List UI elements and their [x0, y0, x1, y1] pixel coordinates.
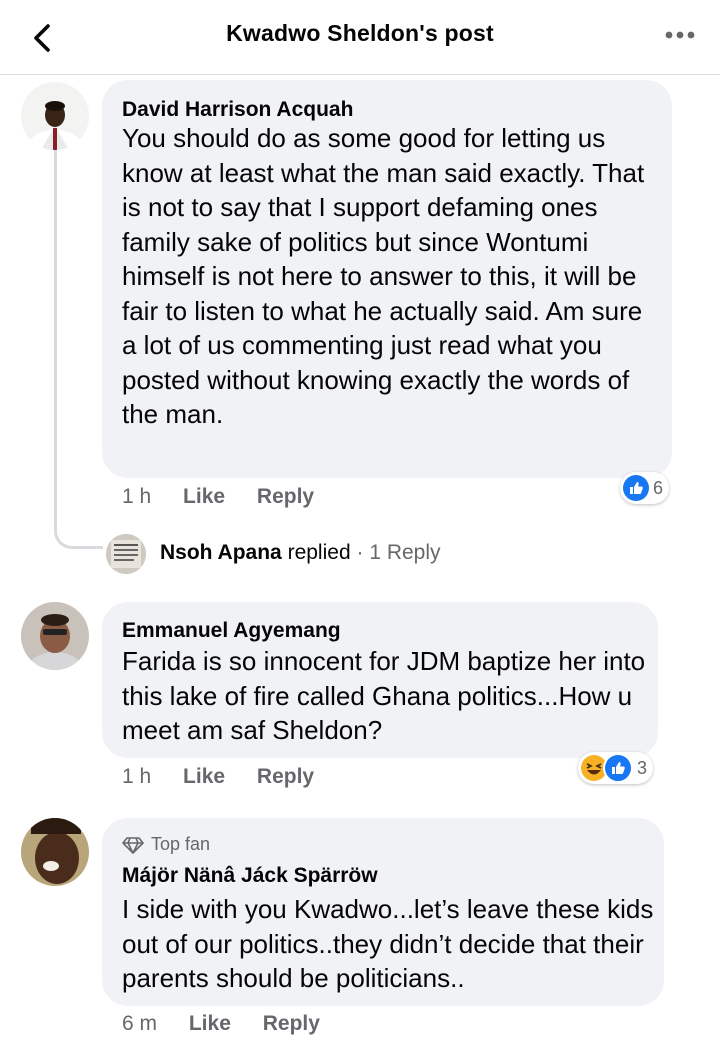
thread-connector: [54, 150, 103, 549]
comment-author[interactable]: Emmanuel Agyemang: [122, 619, 341, 643]
replier-name[interactable]: Nsoh Apana: [160, 541, 282, 564]
badge-label: Top fan: [151, 834, 211, 854]
comment-bubble[interactable]: Top fan Májör Nänâ Jáck Spärröw I side w…: [102, 818, 664, 1006]
more-horizontal-icon: [665, 31, 695, 39]
page-title: Kwadwo Sheldon's post: [226, 20, 494, 46]
more-options-button[interactable]: [660, 20, 700, 50]
reply-button[interactable]: Reply: [257, 485, 314, 508]
like-reaction-icon: [623, 475, 649, 501]
top-fan-badge: Top fan: [122, 834, 210, 855]
comment-time: 1 h: [122, 765, 152, 788]
comment-time: 1 h: [122, 485, 152, 508]
replied-verb: replied: [287, 541, 351, 564]
like-button[interactable]: Like: [183, 485, 225, 508]
replies-summary[interactable]: Nsoh Apana replied · 1 Reply: [160, 541, 441, 565]
comment-author[interactable]: David Harrison Acquah: [122, 98, 353, 122]
avatar[interactable]: [21, 602, 89, 670]
view-replies-link[interactable]: 1 Reply: [369, 541, 440, 564]
comment-text: You should do as some good for letting u…: [122, 123, 645, 429]
comment-author[interactable]: Májör Nänâ Jáck Spärröw: [122, 864, 378, 888]
reply-button[interactable]: Reply: [257, 765, 314, 788]
comment-bubble[interactable]: David Harrison Acquah You should do as s…: [102, 80, 672, 478]
separator-dot: ·: [356, 541, 364, 564]
comment-actions: 1 h Like Reply: [122, 765, 314, 789]
reaction-summary[interactable]: 6: [620, 472, 670, 504]
like-reaction-icon: [603, 753, 633, 783]
replier-avatar[interactable]: [106, 534, 146, 574]
comment-time: 6 m: [122, 1012, 158, 1035]
like-button[interactable]: Like: [183, 765, 225, 788]
like-button[interactable]: Like: [189, 1012, 231, 1035]
reaction-count: 6: [653, 477, 664, 498]
diamond-icon: [122, 836, 144, 854]
comment-bubble[interactable]: Emmanuel Agyemang Farida is so innocent …: [102, 602, 658, 758]
avatar[interactable]: [21, 818, 89, 886]
reaction-summary[interactable]: 3: [578, 752, 654, 784]
reaction-count: 3: [637, 757, 648, 778]
top-bar: Kwadwo Sheldon's post: [0, 0, 720, 75]
comment-text: Farida is so innocent for JDM baptize he…: [122, 646, 646, 745]
comment-actions: 1 h Like Reply: [122, 485, 314, 509]
reply-button[interactable]: Reply: [263, 1012, 320, 1035]
comment-text: I side with you Kwadwo...let’s leave the…: [122, 894, 654, 993]
comment-actions: 6 m Like Reply: [122, 1012, 320, 1036]
avatar[interactable]: [21, 82, 89, 150]
